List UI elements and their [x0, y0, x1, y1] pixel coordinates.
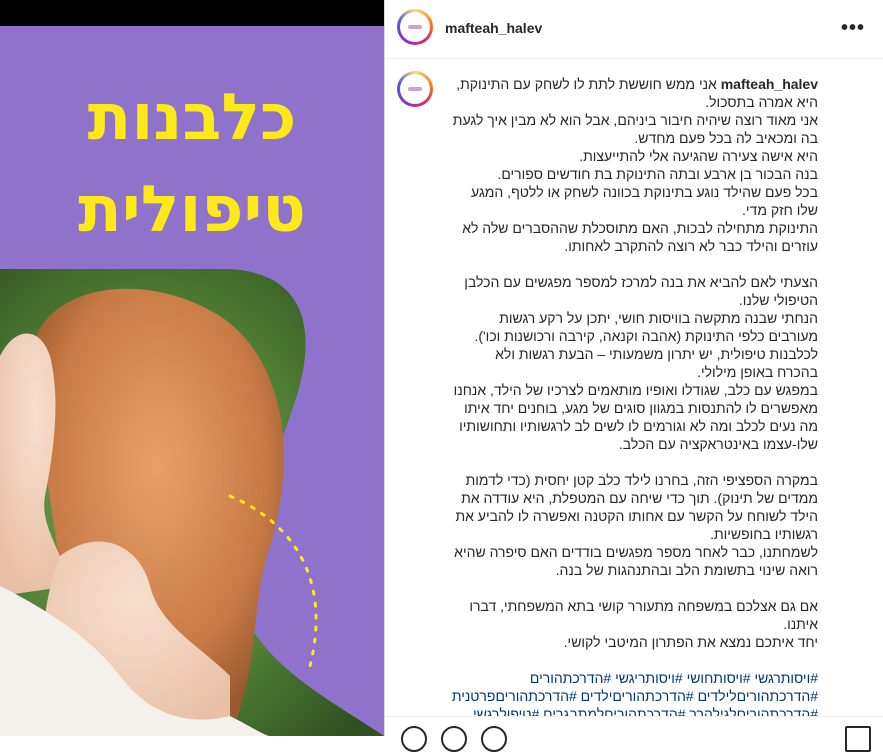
account-avatar[interactable] [397, 9, 433, 45]
caption-line: הנחתי שבנה מתקשה בוויסות חושי, יתכן על ר… [474, 310, 818, 344]
post-header: mafteah_halev ••• [385, 0, 883, 59]
caption-hashtags[interactable]: #ויסותרגשי #ויסותחושי #ויסותריגשי #הדרכת… [451, 669, 818, 716]
action-bar [385, 722, 883, 752]
caption-line: לשמחתנו, כבר לאחר מספר מפגשים בודדים האם… [454, 544, 818, 578]
image-title-line-1: כלבנות [87, 81, 297, 155]
caption-line: יחד איתכם נמצא את הפתרון המיטבי לקושי. [563, 634, 818, 650]
caption-line: במפגש עם כלב, שגודלו ואופיו מותאמים לצרכ… [453, 382, 818, 452]
caption-line: לכלבנות טיפולית, יש יתרון משמעותי – הבעת… [495, 346, 818, 380]
caption-avatar[interactable] [397, 71, 433, 107]
header-username[interactable]: mafteah_halev [445, 20, 542, 36]
caption-line: הצעתי לאם להביא את בנה למרכז למספר מפגשי… [464, 274, 818, 308]
like-heart-icon[interactable] [401, 726, 427, 752]
caption-text: mafteah_halev אני ממש חוששת לתת לו לשחק … [451, 75, 818, 716]
image-top-bar [0, 0, 384, 26]
caption-line: התינוקת מתחילה לבכות, האם מתוסכלת שההסבר… [462, 220, 818, 254]
caption-line: בנה הבכור בן ארבע ובתה התינוקת בת חודשים… [497, 166, 818, 182]
caption-line: בכל פעם שהילד נוגע בתינוקת בכוונה לשחק א… [471, 184, 818, 218]
caption-line: אם גם אצלכם במשפחה מתעורר קושי בתא המשפח… [469, 598, 818, 632]
caption-line: היא אישה צעירה שהגיעה אלי להתייעצות. [579, 148, 818, 164]
comment-icon[interactable] [441, 726, 467, 752]
image-title-line-2: טיפולית [78, 173, 306, 247]
more-options-icon[interactable]: ••• [841, 17, 865, 40]
caption-line: אני מאוד רוצה שיהיה חיבור ביניהם, אבל הו… [452, 112, 818, 146]
post-image: כלבנות טיפולית [0, 26, 384, 736]
share-icon[interactable] [481, 726, 507, 752]
caption-username[interactable]: mafteah_halev [721, 76, 818, 92]
save-bookmark-icon[interactable] [845, 726, 871, 752]
caption-area: mafteah_halev אני ממש חוששת לתת לו לשחק … [385, 59, 883, 716]
post-details-pane: mafteah_halev ••• mafteah_halev אני ממש … [385, 0, 883, 752]
actions-divider [385, 716, 883, 717]
caption-line: במקרה הספציפי הזה, בחרנו לילד כלב קטן יח… [455, 472, 818, 542]
